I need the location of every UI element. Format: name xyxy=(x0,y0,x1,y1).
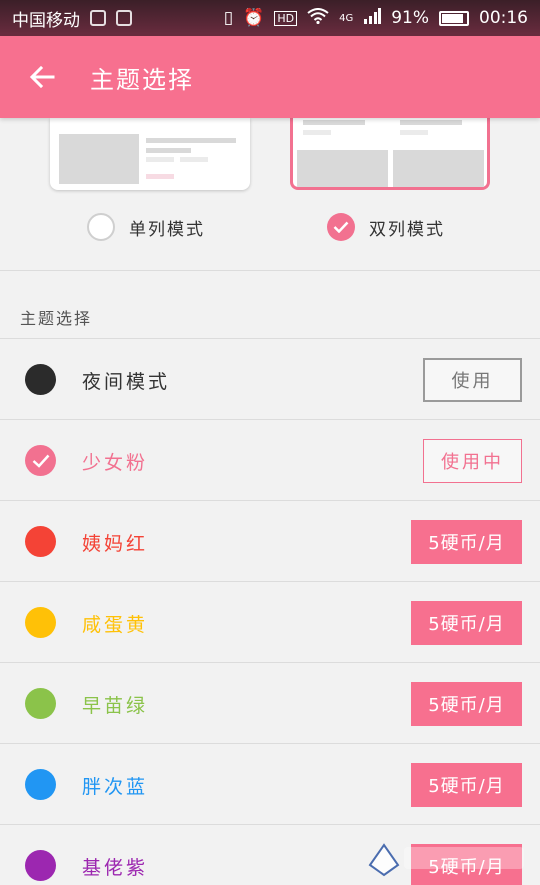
image-notification-icon xyxy=(116,10,132,26)
single-column-preview[interactable] xyxy=(50,118,250,190)
theme-name: 基佬紫 xyxy=(82,857,149,879)
theme-color-dot xyxy=(25,850,56,881)
layout-mode-selector: 单列模式 双列模式 xyxy=(0,118,540,270)
watermark-logo xyxy=(368,843,524,877)
notification-icon xyxy=(90,10,106,26)
check-icon xyxy=(333,221,349,233)
double-column-option[interactable]: 双列模式 xyxy=(327,213,445,241)
theme-color-dot xyxy=(25,364,56,395)
page-title: 主题选择 xyxy=(90,65,194,94)
theme-name: 咸蛋黄 xyxy=(82,614,149,636)
buy-theme-button[interactable]: 5硬币/月 xyxy=(411,763,522,807)
theme-color-dot xyxy=(25,607,56,638)
theme-name: 胖次蓝 xyxy=(82,776,149,798)
theme-color-dot xyxy=(25,688,56,719)
single-column-label: 单列模式 xyxy=(129,219,205,240)
buy-theme-button[interactable]: 5硬币/月 xyxy=(411,682,522,726)
section-title: 主题选择 xyxy=(20,309,93,328)
theme-row-red[interactable]: 姨妈红 5硬币/月 xyxy=(0,500,540,581)
buy-theme-button[interactable]: 5硬币/月 xyxy=(411,520,522,564)
theme-row-green[interactable]: 早苗绿 5硬币/月 xyxy=(0,662,540,743)
toolbar: 主题选择 xyxy=(0,36,540,118)
status-bar: 中国移动 ▯ ⏰ HD 4G 91% 00:16 xyxy=(0,0,540,36)
theme-color-dot xyxy=(25,526,56,557)
theme-row-night[interactable]: 夜间模式 使用 xyxy=(0,338,540,419)
buy-theme-button[interactable]: 5硬币/月 xyxy=(411,601,522,645)
theme-name: 早苗绿 xyxy=(82,695,149,717)
theme-name: 姨妈红 xyxy=(82,533,149,555)
in-use-button[interactable]: 使用中 xyxy=(423,439,522,483)
alarm-icon: ⏰ xyxy=(243,8,265,28)
carrier-name: 中国移动 xyxy=(12,10,80,31)
hd-icon: HD xyxy=(274,10,298,26)
theme-selected-check-icon xyxy=(25,445,56,476)
battery-percent: 91% xyxy=(391,8,429,28)
signal-icon xyxy=(363,7,382,29)
back-button[interactable] xyxy=(0,36,84,118)
theme-row-pink[interactable]: 少女粉 使用中 xyxy=(0,419,540,500)
divider xyxy=(0,270,540,271)
clock: 00:16 xyxy=(479,8,528,28)
double-column-label: 双列模式 xyxy=(369,219,445,240)
single-column-radio[interactable] xyxy=(87,213,115,241)
network-type: 4G xyxy=(339,12,354,24)
vibrate-icon: ▯ xyxy=(223,8,234,28)
use-theme-button[interactable]: 使用 xyxy=(423,358,522,402)
theme-row-yellow[interactable]: 咸蛋黄 5硬币/月 xyxy=(0,581,540,662)
wifi-icon xyxy=(307,7,329,29)
double-column-preview[interactable] xyxy=(290,118,490,190)
arrow-left-icon xyxy=(29,65,55,89)
single-column-option[interactable]: 单列模式 xyxy=(87,213,205,241)
battery-icon xyxy=(439,10,469,26)
theme-row-blue[interactable]: 胖次蓝 5硬币/月 xyxy=(0,743,540,824)
theme-name: 夜间模式 xyxy=(82,371,171,393)
theme-color-dot xyxy=(25,769,56,800)
theme-name: 少女粉 xyxy=(82,452,149,474)
double-column-radio[interactable] xyxy=(327,213,355,241)
theme-list: 夜间模式 使用 少女粉 使用中 姨妈红 5硬币/月 咸蛋黄 5硬币/月 早苗绿 … xyxy=(0,338,540,885)
